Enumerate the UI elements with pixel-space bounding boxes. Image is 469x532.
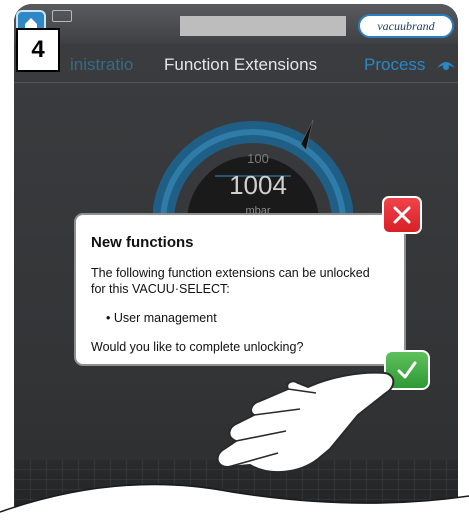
close-icon [393,206,411,224]
tab-bar: inistratio Function Extensions Process [14,46,458,83]
close-button[interactable] [382,196,422,234]
top-bar: vacuubrand [14,4,458,44]
dialog-list-item: • User management [106,311,217,325]
dialog-title: New functions [91,234,194,251]
step-number-badge: 4 [16,28,60,72]
new-functions-dialog: New functions The following function ext… [74,213,406,366]
dialog-message: The following function extensions can be… [91,266,370,296]
gauge-pressure-value: 1004 [229,170,287,200]
logo-text: vacuubrand [377,18,435,33]
pointing-hand-illustration [216,371,395,474]
gauge-setpoint: 100 [247,151,269,166]
keypad-icon[interactable] [52,10,72,22]
tab-administration[interactable]: inistratio [70,55,133,75]
process-eye-icon[interactable] [436,58,456,72]
status-field [180,16,346,36]
tab-function-extensions[interactable]: Function Extensions [164,55,317,75]
vacuubrand-logo: vacuubrand [358,14,454,38]
step-number: 4 [31,36,45,63]
tab-process[interactable]: Process [364,55,425,75]
